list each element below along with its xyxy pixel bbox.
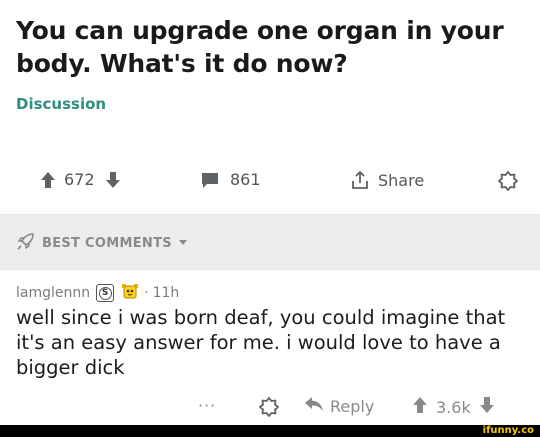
meta-separator: · xyxy=(144,285,149,301)
award-button[interactable] xyxy=(497,170,519,192)
post-flair[interactable]: Discussion xyxy=(16,95,106,113)
chevron-down-icon xyxy=(178,236,188,251)
comment-body: well since i was born deaf, you could im… xyxy=(16,306,506,379)
reply-button[interactable]: Reply xyxy=(304,396,374,416)
award-icon xyxy=(258,396,280,422)
rocket-icon xyxy=(16,231,36,255)
share-icon xyxy=(350,170,370,190)
sort-dropdown[interactable]: BEST COMMENTS xyxy=(16,231,188,255)
comment-author[interactable]: lamglennn xyxy=(16,285,90,301)
more-options-button[interactable]: ··· xyxy=(198,396,216,415)
downvote-icon[interactable] xyxy=(479,396,495,418)
comment-action-bar: ··· Reply 3.6k xyxy=(0,392,540,420)
comment-score: 3.6k xyxy=(436,397,471,417)
comment-vote-group: 3.6k xyxy=(412,396,495,418)
downvote-icon[interactable] xyxy=(105,171,121,189)
reply-label: Reply xyxy=(330,396,375,416)
subscriber-badge-icon: S xyxy=(96,284,115,302)
share-label: Share xyxy=(378,170,425,190)
comment-count: 861 xyxy=(230,170,261,189)
more-icon: ··· xyxy=(198,396,217,415)
watermark-bar: ifunny.co xyxy=(0,425,540,437)
post-action-bar: 672 861 Share xyxy=(0,160,540,200)
upvote-icon[interactable] xyxy=(40,171,56,189)
badge-letter: S xyxy=(98,286,112,300)
comment-icon xyxy=(200,171,220,189)
sort-bar: BEST COMMENTS xyxy=(0,214,540,270)
comment-age: 11h xyxy=(152,285,180,301)
post-score: 672 xyxy=(64,170,95,189)
post-vote-group: 672 xyxy=(40,170,121,189)
comment-award-button[interactable] xyxy=(258,396,280,422)
comment-meta: lamglennn S · 11h xyxy=(16,282,179,304)
share-button[interactable]: Share xyxy=(350,170,424,190)
reply-icon xyxy=(304,396,324,416)
comments-button[interactable]: 861 xyxy=(200,170,261,189)
post-title[interactable]: You can upgrade one organ in your body. … xyxy=(16,14,516,80)
award-badge-icon xyxy=(120,282,140,304)
upvote-icon[interactable] xyxy=(412,396,428,418)
award-icon xyxy=(497,170,519,192)
ifunny-watermark: ifunny.co xyxy=(482,425,534,436)
sort-label: BEST COMMENTS xyxy=(42,235,172,251)
